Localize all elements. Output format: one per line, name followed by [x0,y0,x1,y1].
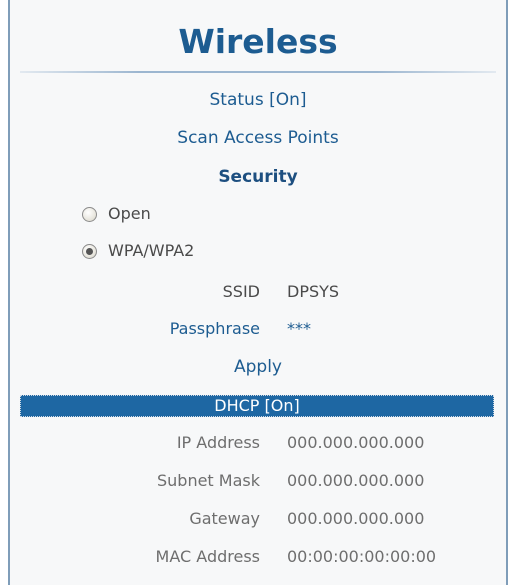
apply-button[interactable]: Apply [10,356,506,378]
mac-address-value: 00:00:00:00:00:00 [287,547,437,566]
radio-unselected-icon[interactable] [82,206,97,222]
radio-selected-icon[interactable] [82,243,97,259]
scan-access-points-link[interactable]: Scan Access Points [10,127,506,149]
security-heading: Security [218,167,298,187]
gateway-value: 000.000.000.000 [287,509,425,528]
ssid-value: DPSYS [287,282,340,301]
ip-address-value: 000.000.000.000 [287,433,425,452]
passphrase-link[interactable]: Passphrase [170,318,260,340]
ssid-row: SSID DPSYS [10,281,506,303]
security-option-wpa[interactable]: WPA/WPA2 [82,240,194,262]
ip-address-row: IP Address 000.000.000.000 [10,432,506,454]
radio-dot-icon [86,247,93,255]
ip-address-label: IP Address [176,433,260,452]
mac-address-row: MAC Address 00:00:00:00:00:00 [10,546,506,568]
subnet-mask-label: Subnet Mask [156,471,260,490]
security-option-label: Open [108,204,151,223]
mac-address-label: MAC Address [155,547,260,566]
wireless-panel: Wireless Status [On] Scan Access Points … [8,0,508,585]
subnet-mask-row: Subnet Mask 000.000.000.000 [10,470,506,492]
passphrase-row: Passphrase *** [10,318,506,340]
gateway-label: Gateway [189,509,260,528]
gateway-row: Gateway 000.000.000.000 [10,508,506,530]
status-toggle-link[interactable]: Status [On] [10,89,506,111]
passphrase-value[interactable]: *** [287,318,311,340]
title-divider [20,71,496,73]
page-title: Wireless [178,22,338,61]
dhcp-toggle[interactable]: DHCP [On] [20,395,494,417]
security-option-open[interactable]: Open [82,203,151,225]
ssid-label: SSID [222,282,260,301]
security-option-label: WPA/WPA2 [108,241,195,260]
subnet-mask-value: 000.000.000.000 [287,471,425,490]
